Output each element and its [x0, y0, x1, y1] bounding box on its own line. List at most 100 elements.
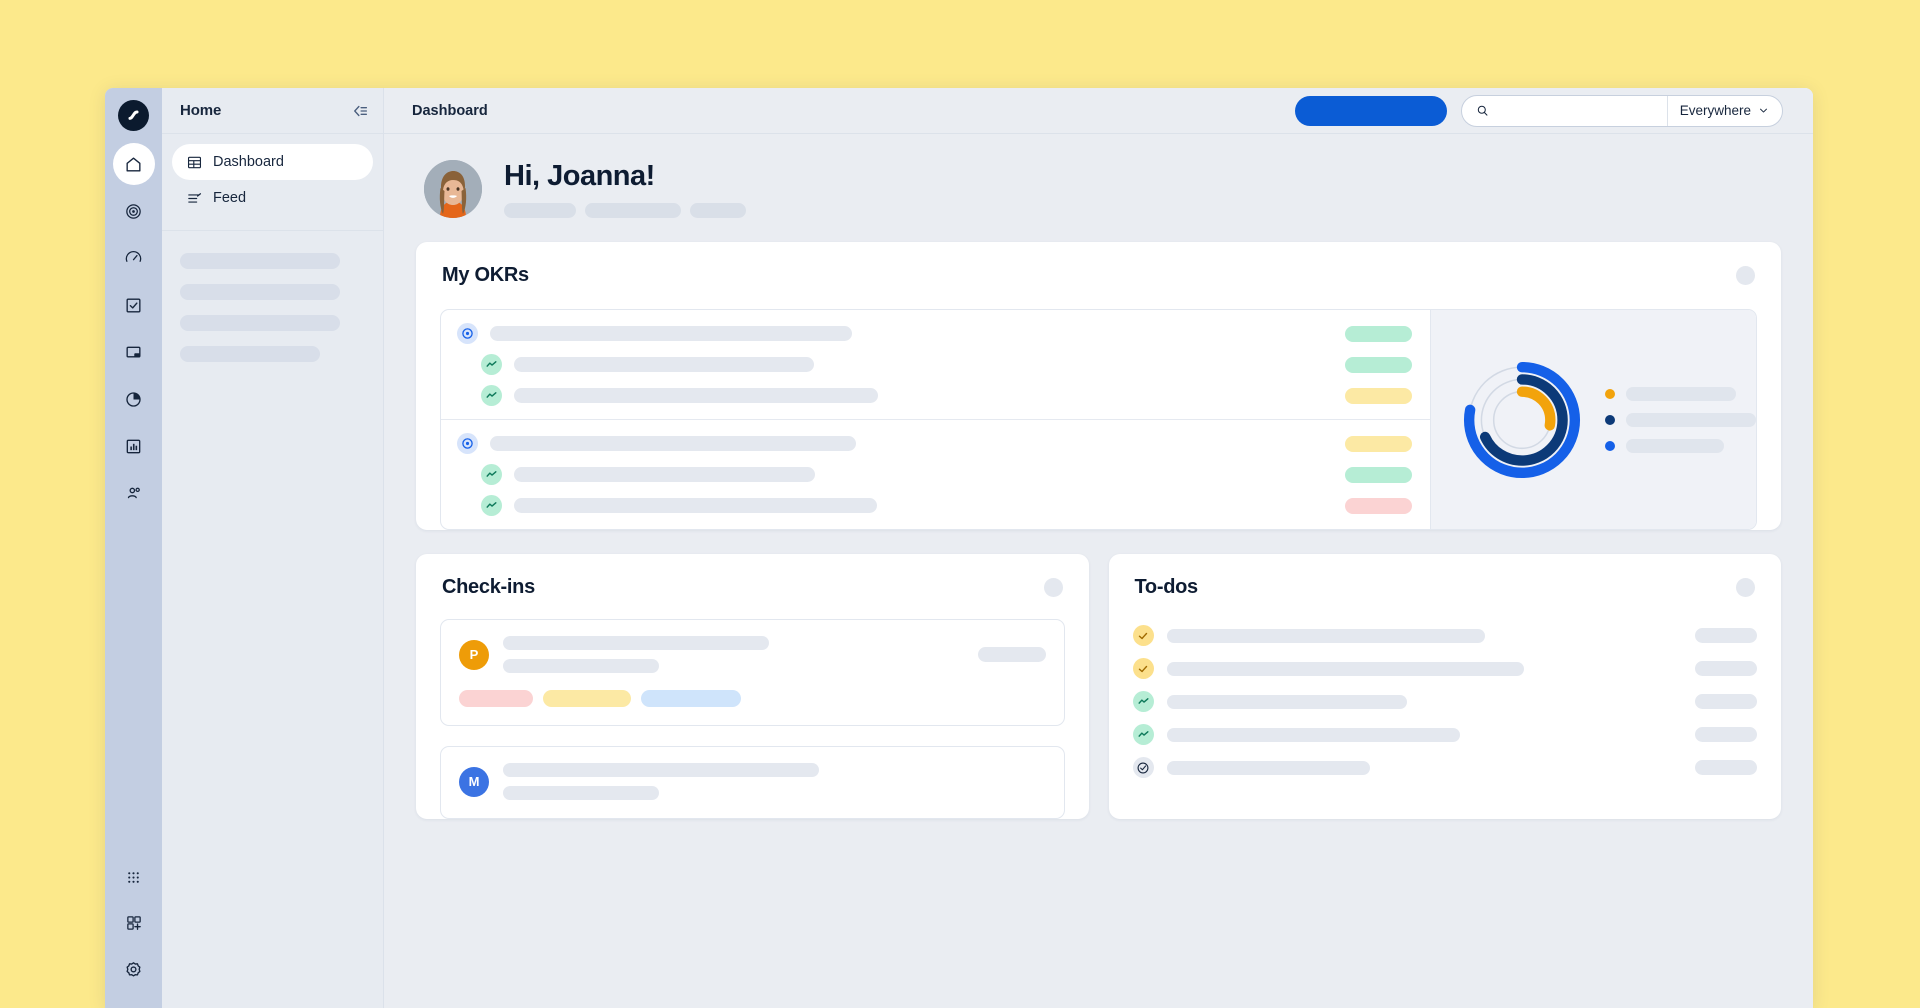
rail-item-apps-add[interactable] [113, 902, 155, 944]
okr-key-result-row[interactable] [441, 349, 1430, 380]
search-box[interactable] [1462, 103, 1667, 118]
apps-add-icon [125, 914, 143, 932]
okr-title-placeholder [514, 357, 814, 372]
okr-title-placeholder [490, 326, 852, 341]
search-icon [1476, 103, 1489, 118]
rail-item-board[interactable] [113, 331, 155, 373]
legend-label-placeholder [1626, 439, 1724, 453]
card-menu-circle[interactable] [1044, 578, 1063, 597]
legend-item [1605, 439, 1756, 453]
avatar[interactable]: P [459, 640, 489, 670]
nav-links: Dashboard Feed [162, 134, 383, 216]
todo-title-placeholder [1167, 728, 1460, 742]
objective-target-icon [457, 433, 478, 454]
rail-item-home[interactable] [113, 143, 155, 185]
checkin-item[interactable]: P [440, 619, 1065, 726]
todo-meta-placeholder [1695, 694, 1757, 709]
okr-title-placeholder [514, 467, 815, 482]
okr-key-result-row[interactable] [441, 490, 1430, 521]
okr-objective-row[interactable] [441, 428, 1430, 459]
checkin-top-row: P [459, 636, 1046, 673]
rail-item-analytics[interactable] [113, 425, 155, 467]
search-bar: Everywhere [1461, 95, 1783, 127]
rail-item-tasks[interactable] [113, 284, 155, 326]
icon-rail [105, 88, 162, 1008]
skeleton-pill [690, 203, 746, 218]
okr-title-placeholder [514, 388, 878, 403]
checkin-tag-row [459, 690, 1046, 707]
legend-dot [1605, 415, 1615, 425]
skeleton-pill [585, 203, 681, 218]
board-icon [124, 343, 143, 362]
okr-progress-chart [1430, 310, 1756, 529]
user-avatar[interactable] [424, 160, 482, 218]
skeleton-pill [504, 203, 576, 218]
okrs-body [440, 309, 1757, 530]
okr-key-result-row[interactable] [441, 380, 1430, 411]
collapse-left-icon[interactable] [351, 103, 369, 119]
top-bar: Dashboard Everywhere [384, 88, 1813, 134]
todo-row[interactable] [1133, 751, 1758, 784]
okr-title-placeholder [514, 498, 877, 513]
rail-item-reports[interactable] [113, 378, 155, 420]
rail-item-performance[interactable] [113, 237, 155, 279]
todo-meta-placeholder [1695, 661, 1757, 676]
skeleton-bar [503, 786, 659, 800]
logo-icon[interactable] [118, 100, 149, 131]
rail-item-settings[interactable] [113, 948, 155, 990]
key-result-trend-icon [481, 495, 502, 516]
breadcrumb: Dashboard [412, 103, 1281, 119]
status-badge [1345, 498, 1412, 514]
todo-row[interactable] [1133, 685, 1758, 718]
avatar[interactable]: M [459, 767, 489, 797]
todo-row[interactable] [1133, 718, 1758, 751]
skeleton-bar [503, 659, 659, 673]
status-badge [1345, 357, 1412, 373]
todos-card-header: To-dos [1109, 554, 1782, 599]
card-menu-circle[interactable] [1736, 578, 1755, 597]
todo-title-placeholder [1167, 662, 1524, 676]
primary-action-button[interactable] [1295, 96, 1447, 126]
card-menu-circle[interactable] [1736, 266, 1755, 285]
search-scope-label: Everywhere [1680, 103, 1751, 118]
nav-skeleton-group [162, 231, 383, 377]
okr-objective-row[interactable] [441, 318, 1430, 349]
todo-meta-placeholder [1695, 760, 1757, 775]
rail-bottom-group [105, 856, 162, 994]
checkin-item[interactable]: M [440, 746, 1065, 819]
todo-row[interactable] [1133, 619, 1758, 652]
trend-circle-green-icon [1133, 691, 1154, 712]
people-icon [124, 483, 144, 503]
tag-pill [459, 690, 533, 707]
legend-item [1605, 413, 1756, 427]
checkin-text-placeholder [503, 763, 1046, 800]
todo-row[interactable] [1133, 652, 1758, 685]
check-circle-yellow-icon [1133, 658, 1154, 679]
key-result-trend-icon [481, 385, 502, 406]
search-scope-dropdown[interactable]: Everywhere [1667, 96, 1782, 126]
skeleton-bar [180, 346, 320, 362]
status-badge [1345, 326, 1412, 342]
greeting-block: Hi, Joanna! [416, 134, 1781, 242]
concentric-donut-chart [1455, 349, 1589, 491]
rail-item-people[interactable] [113, 472, 155, 514]
rail-item-goals[interactable] [113, 190, 155, 232]
checkbox-icon [124, 296, 143, 315]
todo-meta-placeholder [1695, 727, 1757, 742]
sidebar-item-dashboard[interactable]: Dashboard [172, 144, 373, 180]
pie-chart-icon [124, 390, 143, 409]
grid-dots-icon [125, 869, 142, 886]
sidebar-item-feed[interactable]: Feed [172, 180, 373, 216]
checkins-card-title: Check-ins [442, 576, 535, 599]
greeting-meta-pills [504, 203, 746, 218]
rail-item-grid-dots[interactable] [113, 856, 155, 898]
checkin-text-placeholder [503, 636, 964, 673]
sidebar-item-label: Dashboard [213, 154, 284, 170]
check-circle-yellow-icon [1133, 625, 1154, 646]
search-input[interactable] [1498, 103, 1655, 118]
sidebar-item-label: Feed [213, 190, 246, 206]
okrs-card: My OKRs [416, 242, 1781, 530]
okr-key-result-row[interactable] [441, 459, 1430, 490]
feed-list-icon [186, 190, 203, 207]
skeleton-bar [503, 636, 769, 650]
